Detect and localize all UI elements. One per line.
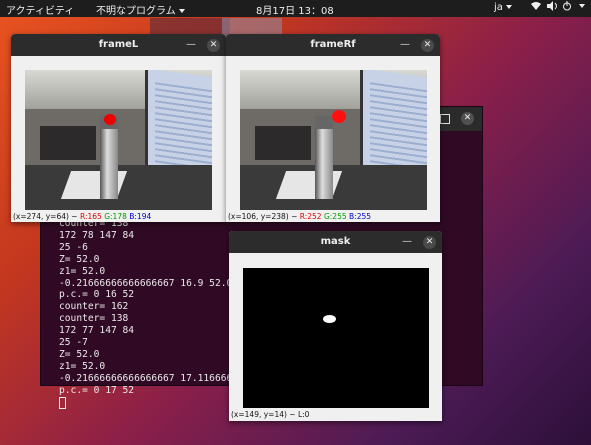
camera-image-left[interactable] — [25, 70, 212, 210]
terminal-line: z1= 52.0 — [59, 360, 106, 372]
robot-in-image — [314, 128, 334, 199]
camera-image-right[interactable] — [240, 70, 427, 210]
red-ball — [332, 110, 346, 123]
framerf-window[interactable]: frameRf — ✕ (x=106, y=238) ~ R:252 G:255… — [226, 34, 440, 222]
terminal-line: -0.21666666666666667 16.9 52.0 — [59, 277, 233, 289]
chevron-down-icon — [178, 9, 185, 13]
terminal-line: Z= 52.0 — [59, 253, 100, 265]
chevron-down-icon — [579, 4, 585, 8]
minimize-icon[interactable]: — — [186, 39, 196, 50]
volume-icon — [547, 1, 557, 11]
robot-in-image — [99, 128, 119, 199]
close-icon[interactable]: ✕ — [421, 39, 434, 52]
activities-button[interactable]: アクティビティ — [6, 2, 74, 17]
window-title: frameRf — [310, 39, 356, 50]
input-method-indicator[interactable]: ja — [494, 2, 512, 13]
minimize-icon[interactable]: — — [402, 236, 412, 247]
close-icon[interactable]: ✕ — [207, 39, 220, 52]
terminal-line: Z= 52.0 — [59, 348, 100, 360]
close-icon[interactable]: ✕ — [461, 112, 474, 125]
window-title: frameL — [98, 39, 139, 50]
mask-window[interactable]: mask — ✕ (x=149, y=14) ~ L:0 — [229, 231, 442, 421]
pixel-status-bar: (x=149, y=14) ~ L:0 — [231, 410, 310, 419]
power-icon — [563, 1, 571, 11]
pixel-status-bar: (x=274, y=64) ~ R:165 G:178 B:194 — [13, 212, 152, 221]
red-ball — [104, 114, 116, 125]
terminal-line: 25 -7 — [59, 337, 88, 349]
maximize-icon[interactable] — [440, 114, 450, 124]
system-menu[interactable] — [530, 1, 585, 11]
mask-blob — [323, 315, 336, 323]
language-label: ja — [494, 2, 503, 13]
mask-image[interactable] — [243, 268, 429, 408]
terminal-line: counter= 138 — [59, 313, 129, 325]
text-cursor — [59, 396, 66, 409]
terminal-line: counter= 162 — [59, 301, 129, 313]
terminal-line: -0.21666666666666667 17.1166666 — [59, 372, 239, 384]
terminal-line: 172 78 147 84 — [59, 229, 135, 241]
app-menu-label: 不明なプログラム — [96, 6, 176, 17]
terminal-line: p.c.= 0 16 52 — [59, 289, 135, 301]
minimize-icon[interactable]: — — [400, 39, 410, 50]
chevron-down-icon — [505, 5, 512, 9]
clock[interactable]: 8月17日 13：08 — [256, 2, 334, 17]
pixel-status-bar: (x=106, y=238) ~ R:252 G:255 B:255 — [228, 212, 372, 221]
app-menu[interactable]: 不明なプログラム — [96, 2, 185, 17]
terminal-line: p.c.= 0 17 52 — [59, 384, 135, 396]
terminal-line: z1= 52.0 — [59, 265, 106, 277]
terminal-line: 172 77 147 84 — [59, 325, 135, 337]
top-bar: アクティビティ 不明なプログラム 8月17日 13：08 ja — [0, 0, 591, 17]
close-icon[interactable]: ✕ — [423, 236, 436, 249]
terminal-output[interactable]: counter= 138 172 78 147 84 25 -6 Z= 52.0… — [59, 218, 238, 409]
framel-window[interactable]: frameL — ✕ (x=274, y=64) ~ R:165 G:178 B… — [11, 34, 226, 222]
window-title: mask — [320, 236, 351, 247]
network-icon — [531, 2, 541, 10]
terminal-line: 25 -6 — [59, 241, 88, 253]
